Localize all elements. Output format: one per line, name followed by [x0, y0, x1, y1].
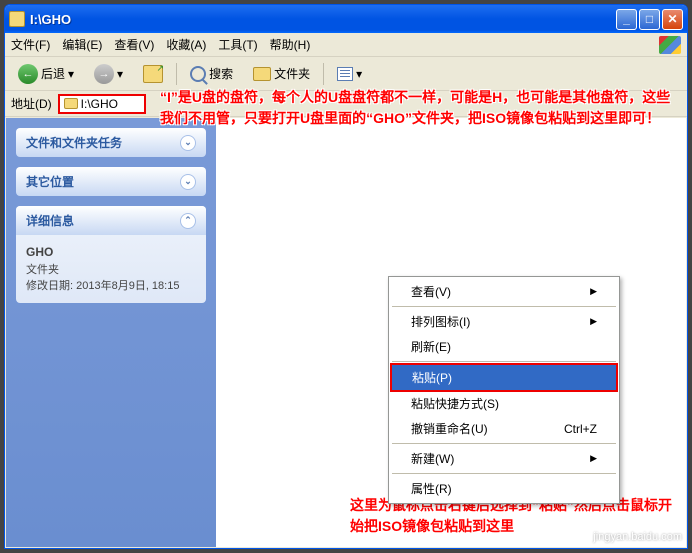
ctx-new-label: 新建(W) [411, 450, 454, 467]
search-icon [190, 66, 206, 82]
window-title: I:\GHO [30, 12, 616, 27]
tasks-panel: 文件和文件夹任务 ⌄ [16, 128, 206, 157]
menu-edit[interactable]: 编辑(E) [62, 36, 102, 53]
chevron-down-icon: ▾ [356, 67, 362, 81]
ctx-paste[interactable]: 粘贴(P) [390, 363, 618, 392]
ctx-new[interactable]: 新建(W) ▶ [391, 446, 617, 471]
other-header[interactable]: 其它位置 ⌄ [16, 167, 206, 196]
folders-button[interactable]: 文件夹 [246, 61, 317, 86]
details-title: 详细信息 [26, 212, 74, 229]
minimize-button[interactable]: _ [616, 9, 637, 30]
ctx-properties-label: 属性(R) [411, 480, 452, 497]
ctx-paste-shortcut[interactable]: 粘贴快捷方式(S) [391, 391, 617, 416]
ctx-properties[interactable]: 属性(R) [391, 476, 617, 501]
menu-favorites[interactable]: 收藏(A) [166, 36, 206, 53]
toolbar: ←后退▾ →▾ 搜索 文件夹 ▾ [5, 57, 687, 91]
tasks-title: 文件和文件夹任务 [26, 134, 122, 151]
submenu-arrow-icon: ▶ [590, 453, 597, 464]
close-button[interactable]: ✕ [662, 9, 683, 30]
ctx-refresh[interactable]: 刷新(E) [391, 334, 617, 359]
details-type: 文件夹 [26, 264, 59, 276]
maximize-button[interactable]: □ [639, 9, 660, 30]
details-header[interactable]: 详细信息 ⌃ [16, 206, 206, 235]
ctx-view-label: 查看(V) [411, 283, 451, 300]
details-name: GHO [26, 245, 53, 259]
menu-tools[interactable]: 工具(T) [218, 36, 257, 53]
forward-arrow-icon: → [94, 64, 114, 84]
ctx-paste-label: 粘贴(P) [412, 369, 452, 386]
address-path: I:\GHO [81, 97, 118, 111]
menu-help[interactable]: 帮助(H) [270, 36, 311, 53]
ctx-refresh-label: 刷新(E) [411, 338, 451, 355]
back-button[interactable]: ←后退▾ [11, 60, 81, 88]
ctx-undo-shortcut: Ctrl+Z [564, 422, 597, 436]
ctx-arrange[interactable]: 排列图标(I) ▶ [391, 309, 617, 334]
windows-flag-icon [659, 36, 681, 54]
expand-icon: ⌄ [180, 135, 196, 151]
ctx-undo[interactable]: 撤销重命名(U) Ctrl+Z [391, 416, 617, 441]
search-button[interactable]: 搜索 [183, 61, 240, 86]
titlebar[interactable]: I:\GHO _ □ ✕ [5, 5, 687, 33]
menu-file[interactable]: 文件(F) [11, 36, 50, 53]
folder-icon [9, 11, 25, 27]
ctx-arrange-label: 排列图标(I) [411, 313, 470, 330]
separator [176, 63, 177, 85]
forward-button[interactable]: →▾ [87, 60, 130, 88]
divider [392, 473, 616, 474]
divider [392, 361, 616, 362]
tasks-header[interactable]: 文件和文件夹任务 ⌄ [16, 128, 206, 157]
views-button[interactable]: ▾ [330, 63, 369, 85]
collapse-icon: ⌃ [180, 213, 196, 229]
details-body: GHO 文件夹 修改日期: 2013年8月9日, 18:15 [16, 235, 206, 303]
address-label: 地址(D) [11, 95, 52, 112]
menu-view[interactable]: 查看(V) [114, 36, 154, 53]
back-label: 后退 [41, 65, 65, 82]
folder-icon [64, 98, 78, 109]
sidebar: 文件和文件夹任务 ⌄ 其它位置 ⌄ 详细信息 ⌃ GHO 文件夹 修改日期: 2013… [6, 118, 216, 547]
views-icon [337, 67, 353, 81]
up-button[interactable] [136, 61, 170, 87]
annotation-top: “I”是U盘的盘符，每个人的U盘盘符都不一样，可能是H，也可能是其他盘符，这些我… [160, 87, 680, 129]
folders-label: 文件夹 [274, 65, 310, 82]
details-modified: 修改日期: 2013年8月9日, 18:15 [26, 280, 179, 292]
ctx-undo-label: 撤销重命名(U) [411, 420, 488, 437]
expand-icon: ⌄ [180, 174, 196, 190]
other-title: 其它位置 [26, 173, 74, 190]
watermark: jingyan.baidu.com [593, 531, 682, 543]
chevron-down-icon: ▾ [117, 67, 123, 81]
search-label: 搜索 [209, 65, 233, 82]
folder-up-icon [143, 65, 163, 83]
submenu-arrow-icon: ▶ [590, 316, 597, 327]
ctx-view[interactable]: 查看(V) ▶ [391, 279, 617, 304]
ctx-paste-shortcut-label: 粘贴快捷方式(S) [411, 395, 499, 412]
divider [392, 443, 616, 444]
details-panel: 详细信息 ⌃ GHO 文件夹 修改日期: 2013年8月9日, 18:15 [16, 206, 206, 303]
submenu-arrow-icon: ▶ [590, 286, 597, 297]
chevron-down-icon: ▾ [68, 67, 74, 81]
folder-icon [253, 67, 271, 81]
address-input[interactable]: I:\GHO [58, 94, 146, 114]
other-panel: 其它位置 ⌄ [16, 167, 206, 196]
back-arrow-icon: ← [18, 64, 38, 84]
menubar: 文件(F) 编辑(E) 查看(V) 收藏(A) 工具(T) 帮助(H) [5, 33, 687, 57]
divider [392, 306, 616, 307]
separator [323, 63, 324, 85]
context-menu: 查看(V) ▶ 排列图标(I) ▶ 刷新(E) 粘贴(P) 粘贴快捷方式(S) 撤销… [388, 276, 620, 504]
